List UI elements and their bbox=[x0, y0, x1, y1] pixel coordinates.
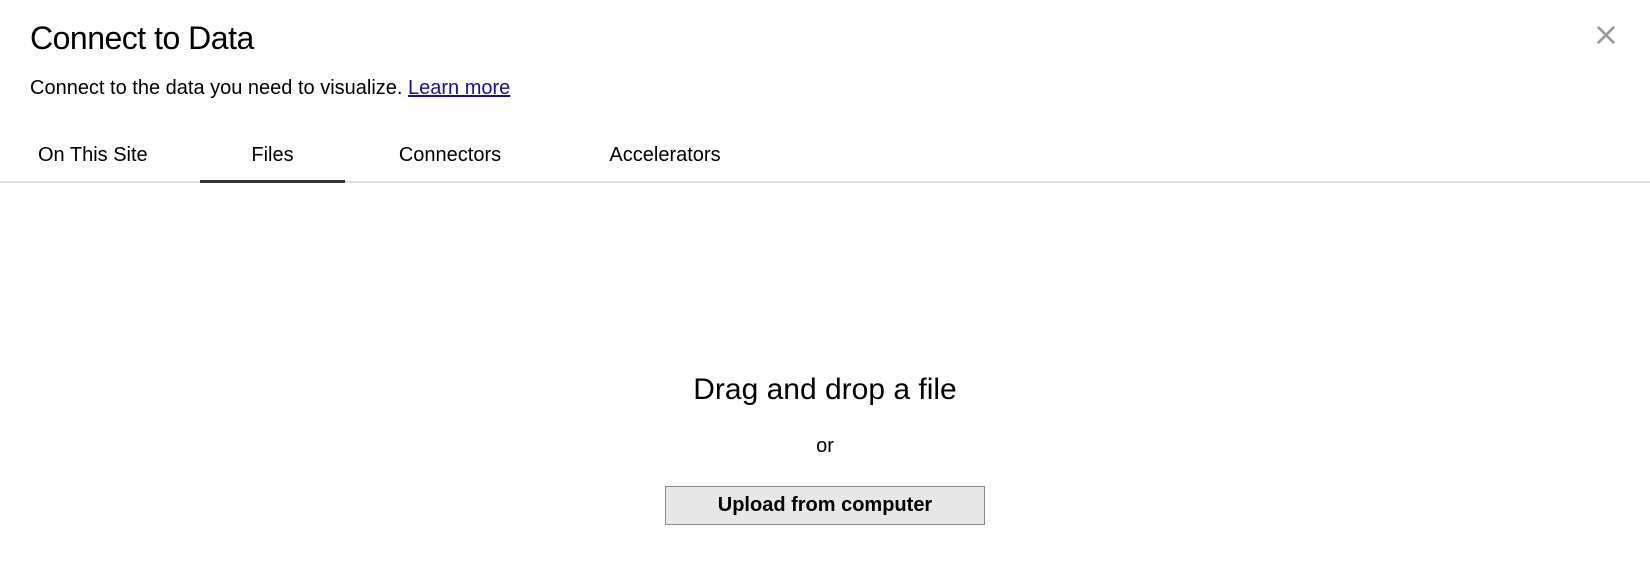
file-drop-area[interactable]: Drag and drop a file or Upload from comp… bbox=[0, 183, 1650, 525]
dialog-subtitle: Connect to the data you need to visualiz… bbox=[30, 77, 1620, 100]
tab-connectors[interactable]: Connectors bbox=[345, 136, 555, 181]
tab-bar: On This Site Files Connectors Accelerato… bbox=[0, 136, 1650, 183]
drag-drop-text: Drag and drop a file bbox=[693, 373, 957, 407]
dialog-header: Connect to Data Connect to the data you … bbox=[0, 0, 1650, 100]
upload-from-computer-button[interactable]: Upload from computer bbox=[665, 486, 985, 525]
tab-files[interactable]: Files bbox=[200, 136, 345, 181]
subtitle-text: Connect to the data you need to visualiz… bbox=[30, 77, 408, 99]
or-text: or bbox=[816, 435, 834, 458]
close-icon bbox=[1595, 24, 1617, 49]
tab-on-this-site[interactable]: On This Site bbox=[30, 136, 200, 181]
learn-more-link[interactable]: Learn more bbox=[408, 77, 510, 99]
tab-accelerators[interactable]: Accelerators bbox=[555, 136, 775, 181]
close-button[interactable] bbox=[1592, 22, 1620, 50]
dialog-title: Connect to Data bbox=[30, 20, 1620, 57]
